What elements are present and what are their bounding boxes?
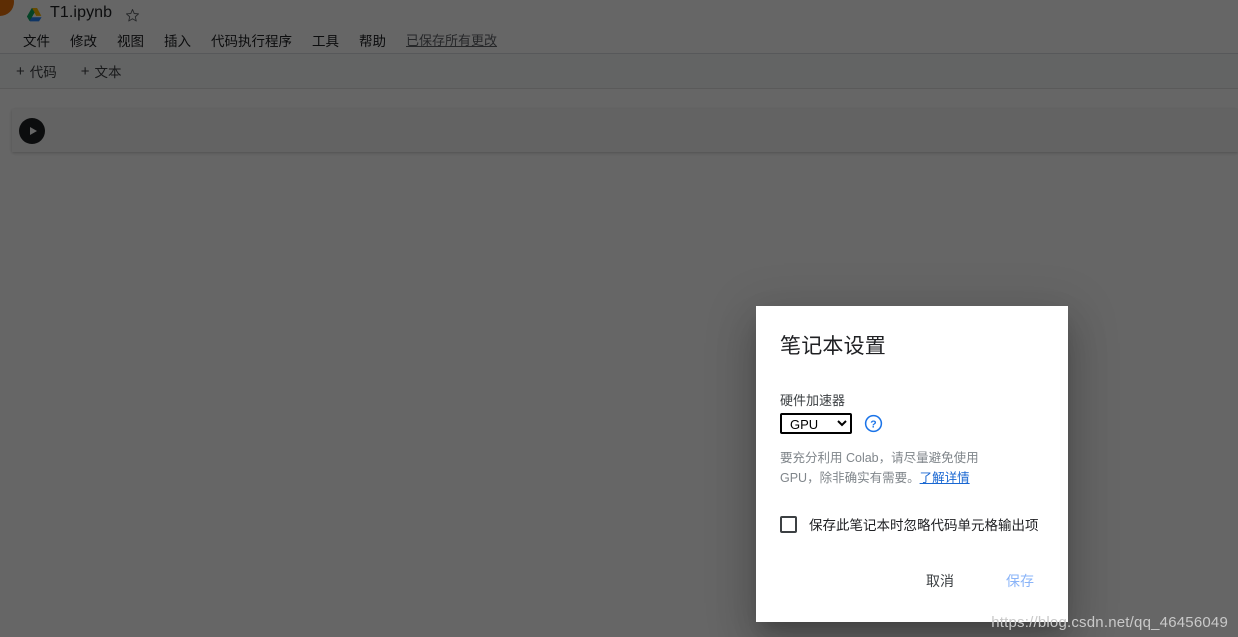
watermark: https://blog.csdn.net/qq_46456049 [991, 614, 1228, 631]
dialog-actions: 取消 保存 [780, 564, 1044, 598]
accelerator-label: 硬件加速器 [780, 393, 846, 408]
omit-output-checkbox[interactable] [780, 515, 797, 533]
cancel-button[interactable]: 取消 [916, 564, 964, 598]
help-circle-icon[interactable]: ? [864, 414, 883, 433]
learn-more-link[interactable]: 了解详情 [920, 471, 970, 485]
svg-text:?: ? [870, 420, 876, 431]
hint-line-1: 要充分利用 Colab，请尽量避免使用 [780, 451, 979, 465]
accelerator-hint: 要充分利用 Colab，请尽量避免使用 GPU，除非确实有需要。了解详情 [780, 448, 980, 488]
omit-output-row[interactable]: 保存此笔记本时忽略代码单元格输出项 [780, 514, 1044, 534]
save-button[interactable]: 保存 [996, 564, 1044, 598]
omit-output-label: 保存此笔记本时忽略代码单元格输出项 [809, 518, 1039, 533]
hardware-accelerator-select[interactable]: GPU [780, 413, 852, 434]
notebook-settings-dialog: 笔记本设置 硬件加速器 GPU ? 要充分利用 Colab，请尽量避免使用 GP… [756, 306, 1068, 622]
dialog-title: 笔记本设置 [780, 335, 886, 358]
accelerator-row: GPU ? [780, 413, 1044, 434]
hint-line-2: GPU，除非确实有需要。 [780, 471, 920, 485]
